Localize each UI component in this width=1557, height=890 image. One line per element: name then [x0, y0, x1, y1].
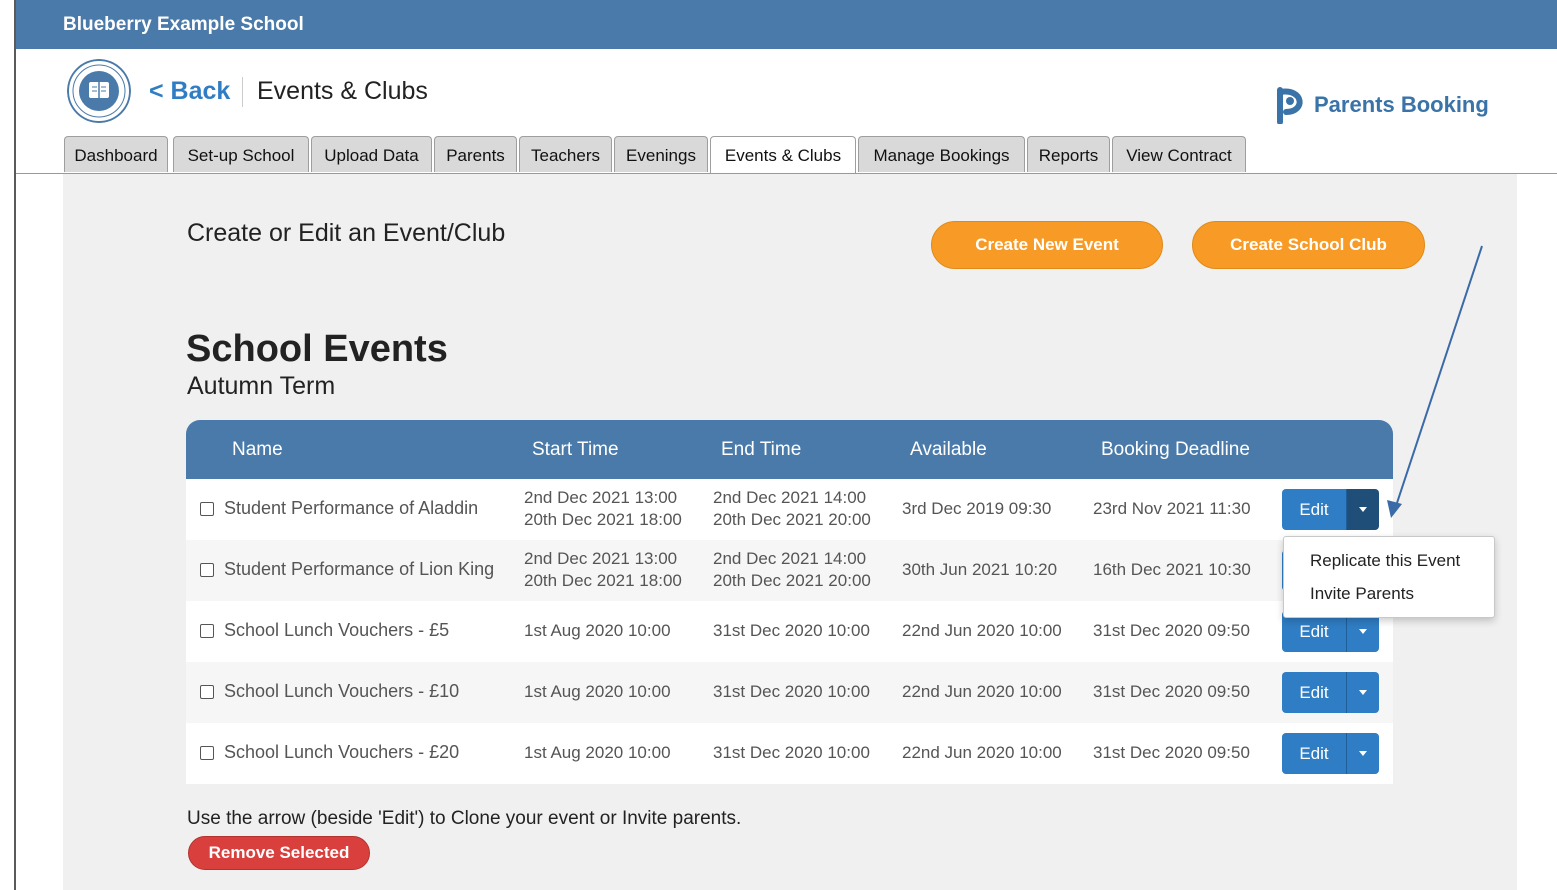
start-time-line: 20th Dec 2021 18:00	[524, 571, 682, 590]
menu-item-replicate-event[interactable]: Replicate this Event	[1310, 551, 1460, 571]
column-header-end-time: End Time	[721, 439, 802, 460]
available-time: 30th Jun 2021 10:20	[902, 560, 1058, 579]
table-row: School Lunch Vouchers - £20 1st Aug 2020…	[186, 723, 1393, 784]
column-header-booking-deadline: Booking Deadline	[1101, 439, 1250, 460]
end-time: 31st Dec 2020 10:00	[713, 743, 870, 762]
event-name: School Lunch Vouchers - £5	[224, 620, 450, 640]
tab-view-contract[interactable]: View Contract	[1112, 136, 1246, 172]
end-time-line: 2nd Dec 2021 14:00	[713, 549, 867, 568]
table-row: Student Performance of Lion King 2nd Dec…	[186, 540, 1393, 601]
end-time: 31st Dec 2020 10:00	[713, 682, 870, 701]
remove-selected-button[interactable]: Remove Selected	[188, 836, 370, 870]
tab-setup-school[interactable]: Set-up School	[173, 136, 309, 172]
create-school-club-button[interactable]: Create School Club	[1192, 221, 1425, 269]
school-name: Blueberry Example School	[63, 14, 304, 35]
booking-deadline: 16th Dec 2021 10:30	[1093, 560, 1251, 579]
table-row: School Lunch Vouchers - £5 1st Aug 2020 …	[186, 601, 1393, 662]
end-time: 31st Dec 2020 10:00	[713, 621, 870, 640]
table-row: Student Performance of Aladdin 2nd Dec 2…	[186, 479, 1393, 540]
tab-evenings[interactable]: Evenings	[614, 136, 708, 172]
end-time: 2nd Dec 2021 14:00 20th Dec 2021 20:00	[713, 487, 871, 531]
tab-teachers[interactable]: Teachers	[519, 136, 612, 172]
booking-deadline: 31st Dec 2020 09:50	[1093, 621, 1250, 640]
edit-button[interactable]: Edit	[1282, 733, 1346, 774]
available-time: 22nd Jun 2020 10:00	[902, 743, 1062, 762]
booking-deadline: 31st Dec 2020 09:50	[1093, 743, 1250, 762]
page-title: Events & Clubs	[257, 77, 428, 105]
create-new-event-button[interactable]: Create New Event	[931, 221, 1163, 269]
events-heading: School Events	[186, 328, 448, 370]
tab-upload-data[interactable]: Upload Data	[311, 136, 432, 172]
column-header-available: Available	[910, 439, 987, 460]
start-time: 1st Aug 2020 10:00	[524, 743, 671, 762]
edit-button-group: Edit	[1282, 733, 1379, 774]
event-name: School Lunch Vouchers - £20	[224, 742, 460, 762]
row-checkbox[interactable]	[200, 746, 214, 760]
edit-button[interactable]: Edit	[1282, 489, 1346, 530]
start-time: 1st Aug 2020 10:00	[524, 682, 671, 701]
end-time-line: 20th Dec 2021 20:00	[713, 571, 871, 590]
end-time-line: 2nd Dec 2021 14:00	[713, 488, 867, 507]
edit-options-caret-icon[interactable]	[1346, 733, 1379, 774]
main-content: Create or Edit an Event/Club Create New …	[63, 174, 1517, 890]
edit-button-group: Edit	[1282, 672, 1379, 713]
events-table: Name Start Time End Time Available Booki…	[186, 420, 1393, 784]
end-time-line: 20th Dec 2021 20:00	[713, 510, 871, 529]
edit-button[interactable]: Edit	[1282, 672, 1346, 713]
start-time: 2nd Dec 2021 13:00 20th Dec 2021 18:00	[524, 548, 682, 592]
row-checkbox[interactable]	[200, 624, 214, 638]
edit-button-group: Edit	[1282, 489, 1379, 530]
tab-manage-bookings[interactable]: Manage Bookings	[858, 136, 1025, 172]
tab-events-clubs[interactable]: Events & Clubs	[710, 136, 856, 173]
menu-item-invite-parents[interactable]: Invite Parents	[1310, 584, 1414, 604]
table-header: Name Start Time End Time Available Booki…	[186, 420, 1393, 479]
booking-deadline: 31st Dec 2020 09:50	[1093, 682, 1250, 701]
available-time: 3rd Dec 2019 09:30	[902, 499, 1052, 518]
start-time-line: 2nd Dec 2021 13:00	[524, 488, 678, 507]
event-name: Student Performance of Lion King	[224, 559, 495, 579]
end-time: 2nd Dec 2021 14:00 20th Dec 2021 20:00	[713, 548, 871, 592]
start-time: 2nd Dec 2021 13:00 20th Dec 2021 18:00	[524, 487, 682, 531]
available-time: 22nd Jun 2020 10:00	[902, 682, 1062, 701]
tab-parents[interactable]: Parents	[434, 136, 517, 172]
start-time: 1st Aug 2020 10:00	[524, 621, 671, 640]
tab-dashboard[interactable]: Dashboard	[64, 136, 168, 172]
edit-options-caret-icon[interactable]	[1346, 672, 1379, 713]
back-link[interactable]: < Back	[149, 77, 230, 106]
start-time-line: 20th Dec 2021 18:00	[524, 510, 682, 529]
brand-logo: Parents Booking	[1274, 85, 1489, 125]
edit-options-caret-icon[interactable]	[1346, 489, 1379, 530]
row-checkbox[interactable]	[200, 685, 214, 699]
event-name: School Lunch Vouchers - £10	[224, 681, 460, 701]
brand-name: Parents Booking	[1314, 92, 1489, 117]
tab-reports[interactable]: Reports	[1027, 136, 1110, 172]
header-divider	[242, 77, 243, 107]
hint-text: Use the arrow (beside 'Edit') to Clone y…	[187, 808, 742, 829]
booking-deadline: 23rd Nov 2021 11:30	[1093, 499, 1251, 518]
available-time: 22nd Jun 2020 10:00	[902, 621, 1062, 640]
event-name: Student Performance of Aladdin	[224, 498, 479, 518]
term-heading: Autumn Term	[187, 372, 336, 400]
start-time-line: 2nd Dec 2021 13:00	[524, 549, 678, 568]
page-header: < Back Events & Clubs Parents Booking	[16, 49, 1557, 137]
top-bar: Blueberry Example School	[16, 0, 1557, 49]
row-checkbox[interactable]	[200, 502, 214, 516]
parents-booking-logo-icon	[1277, 87, 1303, 124]
school-logo-icon	[67, 59, 131, 123]
section-title: Create or Edit an Event/Club	[187, 219, 506, 247]
column-header-name: Name	[232, 439, 283, 460]
table-row: School Lunch Vouchers - £10 1st Aug 2020…	[186, 662, 1393, 723]
main-nav-tabs: Dashboard Set-up School Upload Data Pare…	[16, 136, 1557, 174]
column-header-start-time: Start Time	[532, 439, 619, 460]
row-checkbox[interactable]	[200, 563, 214, 577]
edit-dropdown-menu: Replicate this Event Invite Parents	[1283, 536, 1495, 618]
